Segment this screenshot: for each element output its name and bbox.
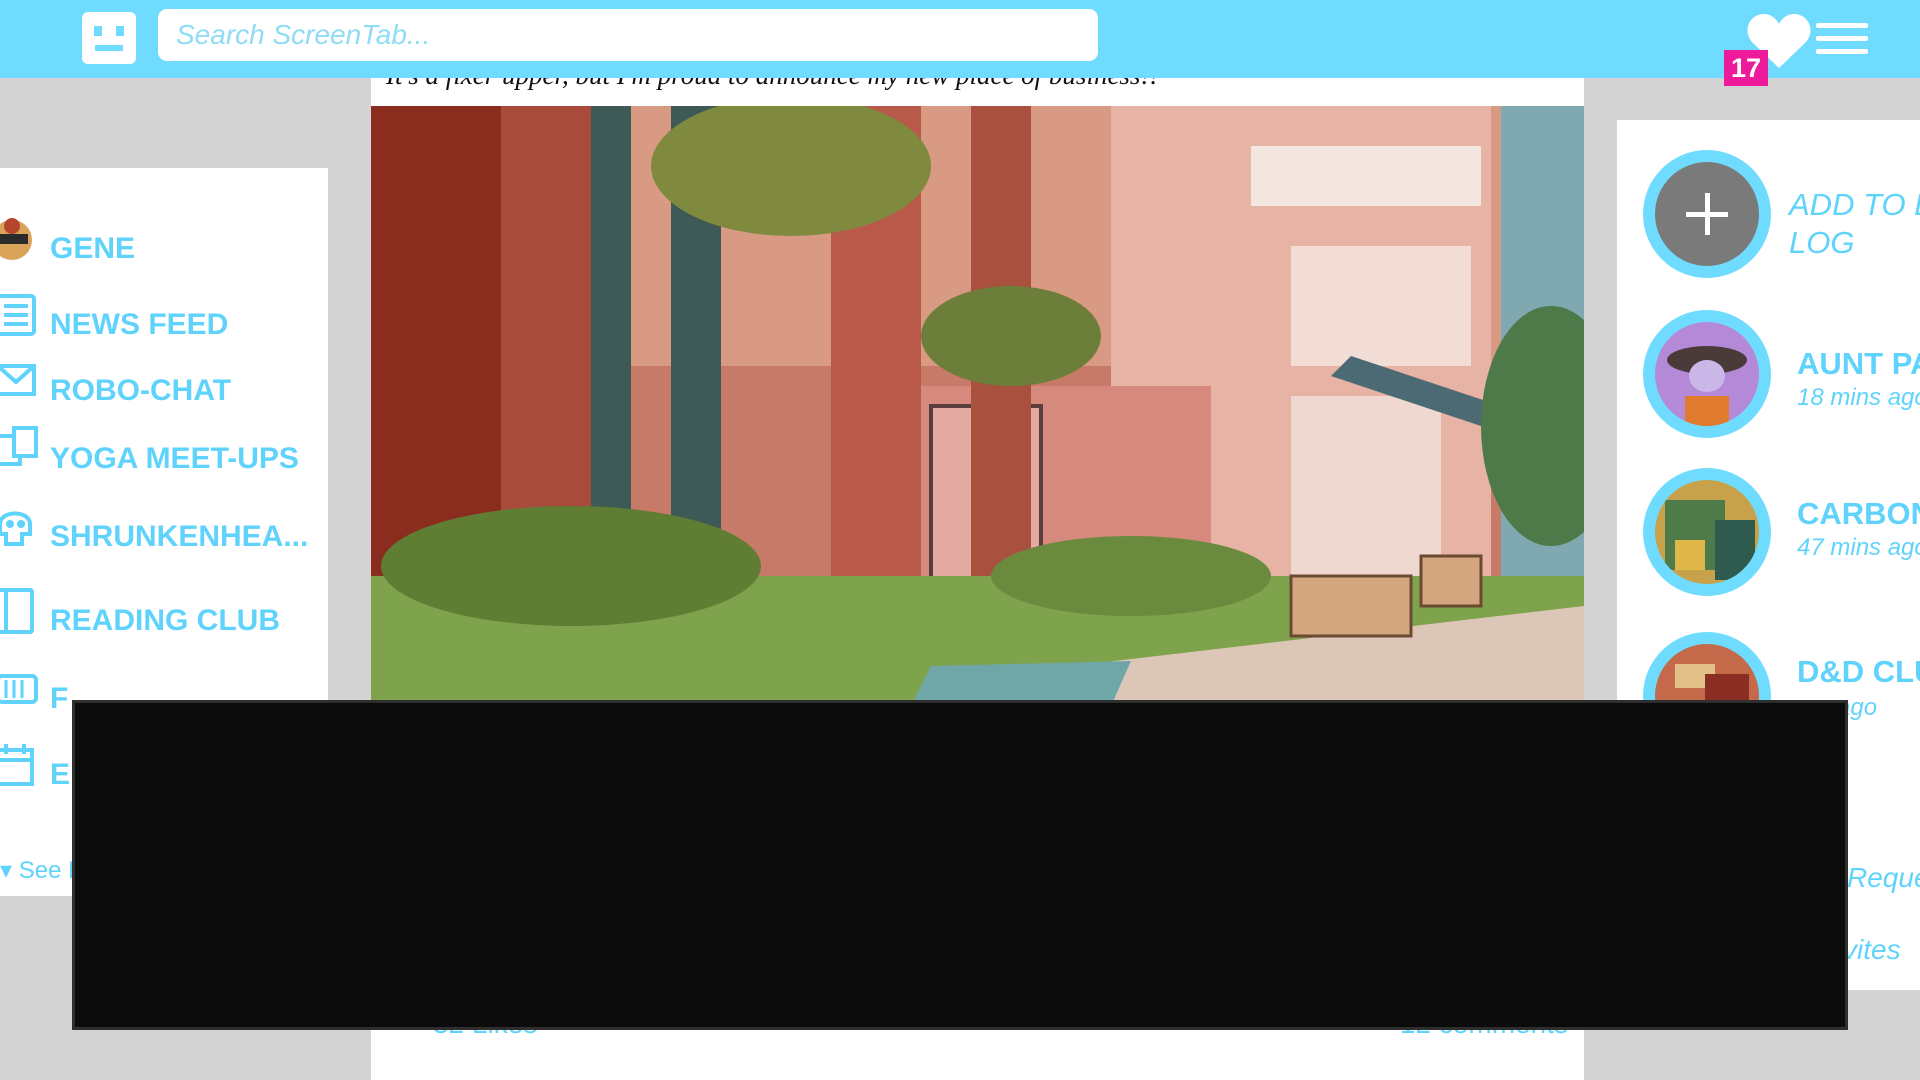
sidebar-item-label: YOGA MEET-UPS [50, 442, 299, 475]
calendar-icon [0, 744, 34, 786]
sidebar-item-label: F [50, 682, 69, 715]
plus-icon [1655, 162, 1759, 266]
notification-badge[interactable]: 17 [1724, 50, 1768, 86]
friend-time: 47 mins ago [1797, 534, 1920, 561]
sidebar-item-reading-club[interactable]: READING CLUB [0, 588, 328, 644]
sidebar-item-label: READING CLUB [50, 604, 280, 637]
sidebar-item-gene[interactable]: GENE [0, 216, 328, 272]
sidebar-item-news-feed[interactable]: NEWS FEED [0, 292, 328, 348]
friend-time: 18 mins ago [1797, 384, 1920, 411]
sidebar-item-label: E [50, 758, 71, 791]
top-bar: 17 [0, 0, 1920, 86]
add-to-log-label[interactable]: ADD TO L LOG [1789, 186, 1920, 262]
add-label-line1: ADD TO L [1789, 187, 1920, 222]
search-input[interactable] [158, 9, 1098, 61]
friend-avatar-carbon[interactable] [1643, 468, 1771, 596]
avatar-icon [1655, 480, 1759, 584]
friend-requests-link[interactable]: Reque [1847, 862, 1920, 894]
newspaper-icon [0, 294, 36, 336]
skull-icon [0, 511, 32, 546]
sidebar-item-label: SHRUNKENHEA... [50, 520, 309, 553]
sidebar-item-yoga-meet-ups[interactable]: YOGA MEET-UPS [0, 426, 328, 482]
avatar-icon [0, 218, 32, 260]
friend-avatar-aunt[interactable] [1643, 310, 1771, 438]
sidebar-item-label: ROBO-CHAT [50, 374, 232, 407]
post-image[interactable] [371, 106, 1584, 754]
friend-name[interactable]: D&D CLU [1797, 654, 1920, 690]
friend-name[interactable]: AUNT PA [1797, 346, 1920, 382]
sidebar-item-label: NEWS FEED [50, 308, 229, 341]
screentab-logo-icon[interactable] [82, 12, 136, 64]
envelope-icon [0, 364, 36, 396]
add-label-line2: LOG [1789, 225, 1855, 260]
people-icon [0, 426, 38, 466]
sidebar-item-label: GENE [50, 232, 136, 265]
hamburger-menu-icon[interactable] [1816, 23, 1868, 55]
black-overlay-panel [72, 700, 1848, 1030]
invites-link[interactable]: vites [1843, 934, 1901, 966]
sidebar-item-robo-chat[interactable]: ROBO-CHAT [0, 358, 328, 414]
friend-name[interactable]: CARBON [1797, 496, 1920, 532]
add-to-log-button[interactable] [1643, 150, 1771, 278]
book-icon [0, 588, 34, 634]
sidebar-item-shrunkenhea[interactable]: SHRUNKENHEA... [0, 504, 328, 560]
film-icon [0, 674, 38, 704]
avatar-icon [1655, 322, 1759, 426]
